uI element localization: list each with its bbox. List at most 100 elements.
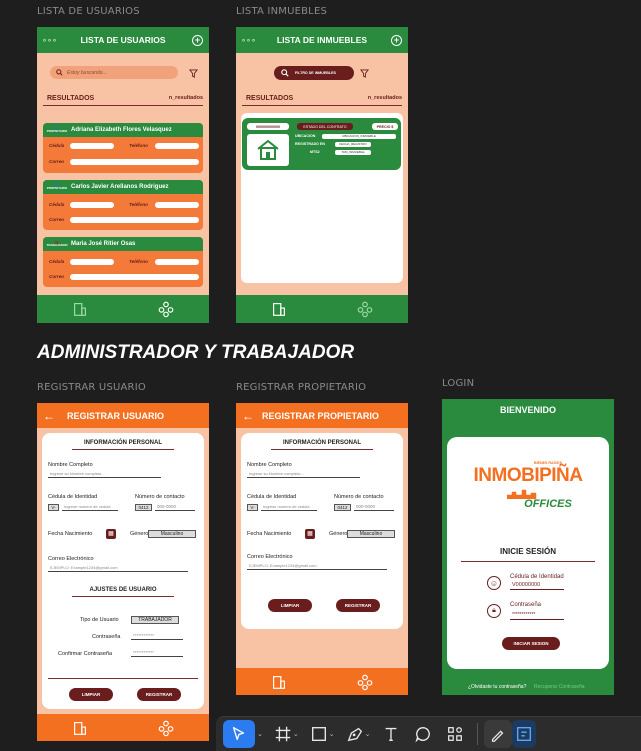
- page-title: REGISTRAR PROPIETARIO: [262, 410, 379, 421]
- section-title: ADMINISTRADOR Y TRABAJADOR: [37, 342, 355, 363]
- chevron-down-icon[interactable]: ⌄: [293, 730, 299, 738]
- page-title: LISTA DE USUARIOS: [80, 35, 166, 45]
- fecha-label: Fecha Nacimiento: [247, 531, 292, 537]
- building-icon[interactable]: [270, 673, 288, 691]
- more-icon[interactable]: ∘∘∘: [42, 36, 57, 45]
- registrado-value: FECHA_REGISTRO: [335, 141, 371, 147]
- page-title: REGISTRAR USUARIO: [67, 410, 165, 421]
- nombre-input[interactable]: Ingrese su Nombre completo...: [48, 471, 161, 478]
- building-icon[interactable]: [270, 300, 288, 318]
- property-card[interactable]: 000000000000 ESTADO DEL CONTRATO PRECIO …: [242, 118, 401, 170]
- cedula-label: Cédula: [49, 259, 65, 264]
- cedula-label: Cédula de Identidad: [510, 574, 564, 580]
- add-icon[interactable]: +: [391, 34, 402, 46]
- login-card: BIENES RAÍCES INMOBIPIÑA OFFICES INICIE …: [447, 437, 609, 669]
- draw-mode-icon[interactable]: [483, 720, 512, 748]
- divider: [48, 678, 198, 679]
- cedula-prefix-select[interactable]: V-: [247, 504, 258, 511]
- limpiar-button[interactable]: LIMPIAR: [69, 688, 113, 701]
- telefono-label: Teléfono: [129, 202, 148, 207]
- tab-bar: [236, 668, 408, 695]
- add-icon[interactable]: +: [192, 34, 203, 46]
- filter-icon[interactable]: [360, 69, 369, 78]
- search-input[interactable]: Estoy buscando...: [50, 66, 178, 79]
- user-icon: 👤 PROPIETARIO: [46, 183, 68, 190]
- filter-button[interactable]: FILTRO DE INMUEBLES: [274, 66, 354, 80]
- frame-label-lista-usuarios[interactable]: LISTA DE USUARIOS: [37, 6, 140, 17]
- resultados-label: RESULTADOS: [47, 95, 95, 102]
- users-icon[interactable]: [157, 719, 175, 737]
- cedula-input[interactable]: Ingrese numero de cedula: [62, 504, 118, 511]
- cedula-input[interactable]: Ingrese numero de cedula: [261, 504, 317, 511]
- users-icon[interactable]: [356, 300, 374, 318]
- frame-label-lista-inmuebles[interactable]: LISTA INMUEBLES: [236, 6, 327, 17]
- text-tool-icon[interactable]: [375, 720, 407, 748]
- frame-label-registrar-usuario[interactable]: REGISTRAR USUARIO: [37, 382, 146, 393]
- building-icon[interactable]: [71, 300, 89, 318]
- correo-input[interactable]: EJEMPLO: Example1234@gmail.com: [247, 563, 387, 570]
- chevron-down-icon[interactable]: ⌄: [365, 730, 371, 738]
- n-resultados: n_resultados: [367, 95, 402, 101]
- resultados-label: RESULTADOS: [246, 95, 294, 102]
- users-icon[interactable]: [356, 673, 374, 691]
- back-arrow-icon[interactable]: ←: [242, 409, 254, 423]
- cedula-label: Cédula de Identidad: [48, 494, 98, 500]
- login-heading: INICIE SESIÓN: [499, 547, 556, 556]
- user-card[interactable]: 💼 TRABAJADOR Maria José Ritier Osas Cédula…: [43, 237, 203, 287]
- chevron-down-icon[interactable]: ⌄: [257, 730, 263, 738]
- correo-value: [70, 159, 199, 165]
- contacto-input[interactable]: 000-0000: [354, 504, 394, 511]
- registrar-button[interactable]: REGISTRAR: [137, 688, 181, 701]
- registrar-button[interactable]: REGISTRAR: [336, 599, 380, 612]
- recover-link[interactable]: Recuperar Contraseña: [534, 684, 585, 690]
- contrasena-label: Contraseña: [92, 634, 121, 640]
- calendar-icon[interactable]: ▦: [106, 529, 116, 539]
- dev-mode-icon[interactable]: [511, 720, 536, 748]
- back-arrow-icon[interactable]: ←: [43, 409, 55, 423]
- users-icon[interactable]: [157, 300, 175, 318]
- move-tool-icon[interactable]: [223, 720, 255, 748]
- filter-label: FILTRO DE INMUEBLES: [295, 71, 336, 75]
- divider: [461, 561, 595, 562]
- contrasena-input[interactable]: ************: [510, 612, 564, 620]
- confirmar-input[interactable]: ************: [131, 650, 183, 657]
- user-card[interactable]: 👤 PROPIETARIO Carlos Javier Arellanos Rodr…: [43, 180, 203, 230]
- header-bar: ← REGISTRAR PROPIETARIO: [236, 403, 408, 428]
- frame-label-registrar-propietario[interactable]: REGISTRAR PROPIETARIO: [236, 382, 366, 393]
- components-tool-icon[interactable]: [439, 720, 471, 748]
- divider: [72, 596, 174, 597]
- filter-icon[interactable]: [189, 69, 198, 78]
- tab-bar: [236, 295, 408, 323]
- user-name: Maria José Ritier Osas: [71, 241, 136, 247]
- frame-label-login[interactable]: LOGIN: [442, 378, 474, 389]
- cedula-value: [70, 259, 114, 265]
- nombre-label: Nombre Completo: [48, 462, 93, 468]
- building-icon[interactable]: [71, 719, 89, 737]
- calendar-icon[interactable]: ▦: [305, 529, 315, 539]
- contacto-prefix-select[interactable]: 0412: [334, 504, 351, 511]
- divider: [271, 449, 373, 450]
- contacto-prefix-select[interactable]: 0412: [135, 504, 152, 511]
- contacto-input[interactable]: 000-0000: [155, 504, 195, 511]
- comment-tool-icon[interactable]: [407, 720, 439, 748]
- logo-sub: OFFICES: [524, 498, 572, 510]
- limpiar-button[interactable]: LIMPIAR: [268, 599, 312, 612]
- user-name: Adriana Elizabeth Flores Velasquez: [71, 127, 172, 133]
- more-icon[interactable]: ∘∘∘: [241, 36, 256, 45]
- nombre-input[interactable]: Ingrese su Nombre completo...: [247, 471, 360, 478]
- tipo-select[interactable]: TRABAJADOR: [131, 616, 179, 624]
- login-button[interactable]: INICIAR SESION: [502, 637, 560, 650]
- user-icon: 👤 PROPIETARIO: [46, 126, 68, 133]
- correo-input[interactable]: EJEMPLO: Example1234@gmail.com: [48, 565, 188, 572]
- briefcase-icon: 💼 TRABAJADOR: [46, 240, 68, 247]
- contrasena-input[interactable]: ************: [131, 633, 183, 640]
- cedula-value: [70, 143, 114, 149]
- user-card[interactable]: 👤 PROPIETARIO Adriana Elizabeth Flores Vel…: [43, 123, 203, 173]
- cedula-prefix-select[interactable]: V-: [48, 504, 59, 511]
- chevron-down-icon[interactable]: ⌄: [329, 730, 335, 738]
- mts2-label: MTS2: [310, 150, 320, 154]
- genero-select[interactable]: Masculino: [347, 530, 395, 538]
- price: PRECIO $: [372, 123, 398, 130]
- genero-select[interactable]: Masculino: [148, 530, 196, 538]
- cedula-input[interactable]: V00000000: [510, 582, 564, 590]
